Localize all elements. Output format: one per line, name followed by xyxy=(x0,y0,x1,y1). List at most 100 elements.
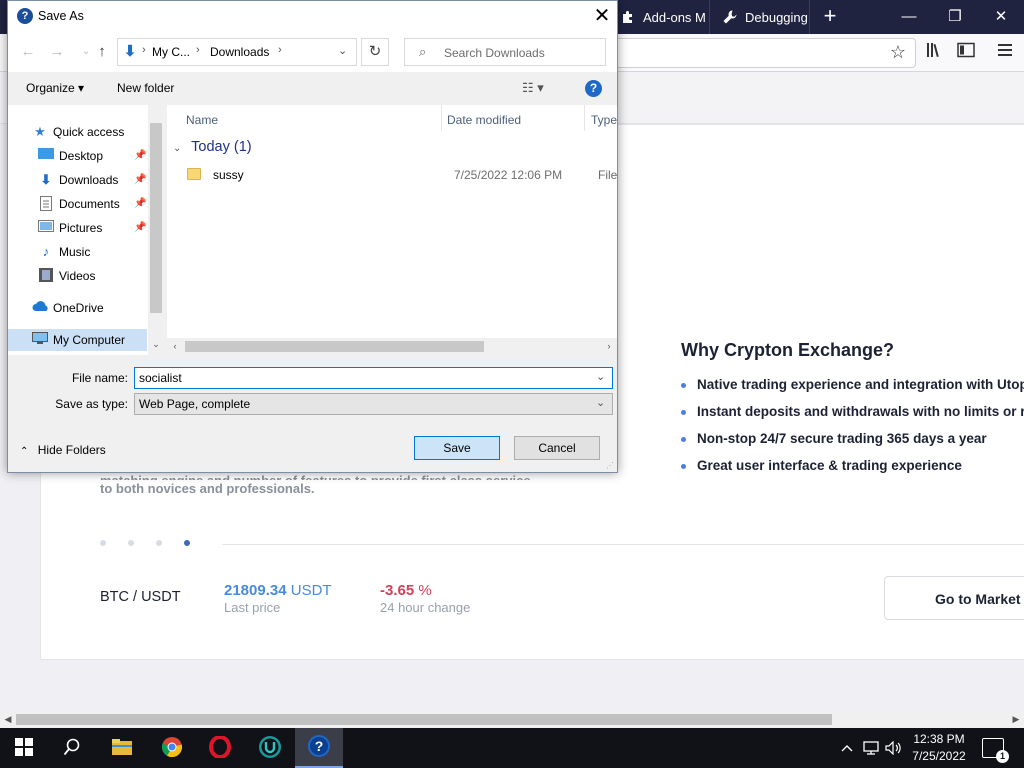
scroll-left-icon[interactable]: ‹ xyxy=(167,338,183,355)
taskbar-file-explorer[interactable] xyxy=(98,728,146,768)
up-arrow-icon[interactable]: ↑ xyxy=(92,42,112,62)
star-icon: ★ xyxy=(34,124,46,139)
trading-pair: BTC / USDT xyxy=(100,589,181,605)
minimize-button[interactable]: — xyxy=(886,0,932,34)
folder-icon xyxy=(187,168,201,180)
bookmark-star-icon[interactable]: ☆ xyxy=(888,42,908,62)
breadcrumb-downloads[interactable]: Downloads xyxy=(210,45,269,59)
breadcrumb-my-computer[interactable]: My C... xyxy=(152,45,190,59)
hide-folders-toggle[interactable]: ⌃ Hide Folders xyxy=(20,443,106,457)
feature-item: Native trading experience and integratio… xyxy=(681,377,1024,404)
file-date: 7/25/2022 12:06 PM xyxy=(454,168,563,182)
sidebar-icon[interactable] xyxy=(955,42,977,64)
maximize-button[interactable]: ❐ xyxy=(932,0,978,34)
file-name: sussy xyxy=(213,168,244,182)
column-header-date-modified[interactable]: Date modified xyxy=(442,105,585,131)
dialog-titlebar[interactable]: ? Save As ✕ xyxy=(8,1,617,32)
scrollbar-thumb[interactable] xyxy=(16,714,832,725)
help-icon[interactable]: ? xyxy=(585,80,602,97)
search-placeholder: Search Downloads xyxy=(444,46,545,60)
pin-icon[interactable]: 📌 xyxy=(134,222,146,233)
nav-my-computer[interactable]: My Computer xyxy=(8,329,147,351)
breadcrumb-chevron-icon[interactable]: › xyxy=(142,44,146,56)
taskbar-clock[interactable]: 12:38 PM 7/25/2022 xyxy=(904,731,974,765)
close-window-button[interactable]: ✕ xyxy=(978,0,1024,34)
taskbar-utopia[interactable] xyxy=(246,728,294,768)
save-button[interactable]: Save xyxy=(414,436,500,460)
slider-dot-active[interactable] xyxy=(184,540,190,546)
scrollbar-thumb[interactable] xyxy=(150,123,162,313)
library-icon[interactable] xyxy=(924,42,946,64)
pin-icon[interactable]: 📌 xyxy=(134,150,146,161)
page-horizontal-scrollbar[interactable]: ◀ ▶ xyxy=(0,711,1024,728)
start-button[interactable] xyxy=(0,728,48,768)
refresh-button[interactable]: ↻ xyxy=(361,38,389,66)
collapse-chevron-icon[interactable]: ⌄ xyxy=(173,143,181,154)
group-header-today[interactable]: ⌄ Today (1) xyxy=(173,139,252,155)
dialog-close-button[interactable]: ✕ xyxy=(588,4,616,28)
file-name-dropdown-icon[interactable]: ⌄ xyxy=(596,370,605,383)
price-change-unit: % xyxy=(418,582,432,599)
notification-center-icon[interactable]: 1 xyxy=(982,738,1009,763)
pin-icon[interactable]: 📌 xyxy=(134,198,146,209)
file-type: File folder xyxy=(598,168,617,182)
tab-debugging[interactable]: Debugging xyxy=(714,0,810,34)
feature-item: Non-stop 24/7 secure trading 365 days a … xyxy=(681,431,1024,458)
url-bar[interactable] xyxy=(600,38,916,68)
scroll-down-icon[interactable]: ⌄ xyxy=(148,339,164,350)
desktop-icon xyxy=(38,148,54,164)
save-as-type-label: Save as type: xyxy=(55,397,128,411)
change-view-icon[interactable]: ☷ ▾ xyxy=(522,80,544,96)
new-folder-button[interactable]: New folder xyxy=(117,81,174,95)
nav-pane-scrollbar[interactable]: ⌄ xyxy=(148,105,164,355)
why-crypton-title: Why Crypton Exchange? xyxy=(681,340,895,360)
slider-dot[interactable] xyxy=(156,540,162,546)
breadcrumb-chevron-icon[interactable]: › xyxy=(278,44,282,56)
price-change-label: 24 hour change xyxy=(380,600,471,615)
tab-addons-manager[interactable]: Add-ons M xyxy=(612,0,710,34)
taskbar-chrome[interactable] xyxy=(148,728,196,768)
file-name-input[interactable]: socialist xyxy=(134,367,613,389)
back-arrow-icon[interactable]: ← xyxy=(18,42,38,62)
new-tab-button[interactable]: + xyxy=(818,0,842,34)
slider-dot[interactable] xyxy=(128,540,134,546)
resize-grip-icon[interactable]: ⋰ xyxy=(606,461,614,470)
save-as-type-select[interactable]: Web Page, complete xyxy=(134,393,613,415)
command-bar: Organize ▾ New folder ☷ ▾ ? xyxy=(8,72,617,105)
computer-icon xyxy=(32,332,48,348)
cancel-button[interactable]: Cancel xyxy=(514,436,600,460)
network-icon[interactable] xyxy=(862,728,880,768)
slider-dot[interactable] xyxy=(100,540,106,546)
file-row[interactable]: sussy 7/25/2022 12:06 PM File folder xyxy=(183,165,617,187)
pin-icon[interactable]: 📌 xyxy=(134,174,146,185)
price-change-value: -3.65 xyxy=(380,582,415,599)
column-header-type[interactable]: Type xyxy=(585,105,617,131)
organize-button[interactable]: Organize ▾ xyxy=(26,81,84,95)
last-price: 21809.34 USDT xyxy=(224,582,332,599)
scroll-right-icon[interactable]: › xyxy=(601,338,617,355)
download-location-icon: ⬇ xyxy=(123,43,137,60)
forward-arrow-icon[interactable]: → xyxy=(47,42,67,62)
taskbar-opera[interactable] xyxy=(196,728,244,768)
breadcrumb-chevron-icon[interactable]: › xyxy=(196,44,200,56)
tray-chevron-up-icon[interactable] xyxy=(838,728,856,768)
scrollbar-thumb[interactable] xyxy=(185,341,484,352)
column-header-name[interactable]: Name xyxy=(167,105,442,131)
taskbar-help-app[interactable]: ? xyxy=(295,728,343,768)
scroll-right-icon[interactable]: ▶ xyxy=(1008,711,1024,728)
file-pane-scrollbar[interactable]: ‹ › xyxy=(167,338,617,355)
search-icon: ⌕ xyxy=(419,44,427,59)
address-dropdown-icon[interactable]: ⌄ xyxy=(338,44,347,57)
save-as-type-dropdown-icon[interactable]: ⌄ xyxy=(596,396,605,409)
scroll-left-icon[interactable]: ◀ xyxy=(0,711,16,728)
taskbar-search-button[interactable] xyxy=(48,728,96,768)
volume-icon[interactable] xyxy=(884,728,904,768)
go-to-market-button[interactable]: Go to Market View xyxy=(884,576,1024,620)
divider xyxy=(222,544,1024,545)
address-bar[interactable]: ⬇ › My C... › Downloads › ⌄ xyxy=(117,38,357,66)
feature-list: Native trading experience and integratio… xyxy=(681,377,1024,485)
menu-icon[interactable] xyxy=(994,42,1016,64)
search-box[interactable]: ⌕ Search Downloads xyxy=(404,38,606,66)
opera-icon xyxy=(209,734,231,761)
feature-item: Instant deposits and withdrawals with no… xyxy=(681,404,1024,431)
